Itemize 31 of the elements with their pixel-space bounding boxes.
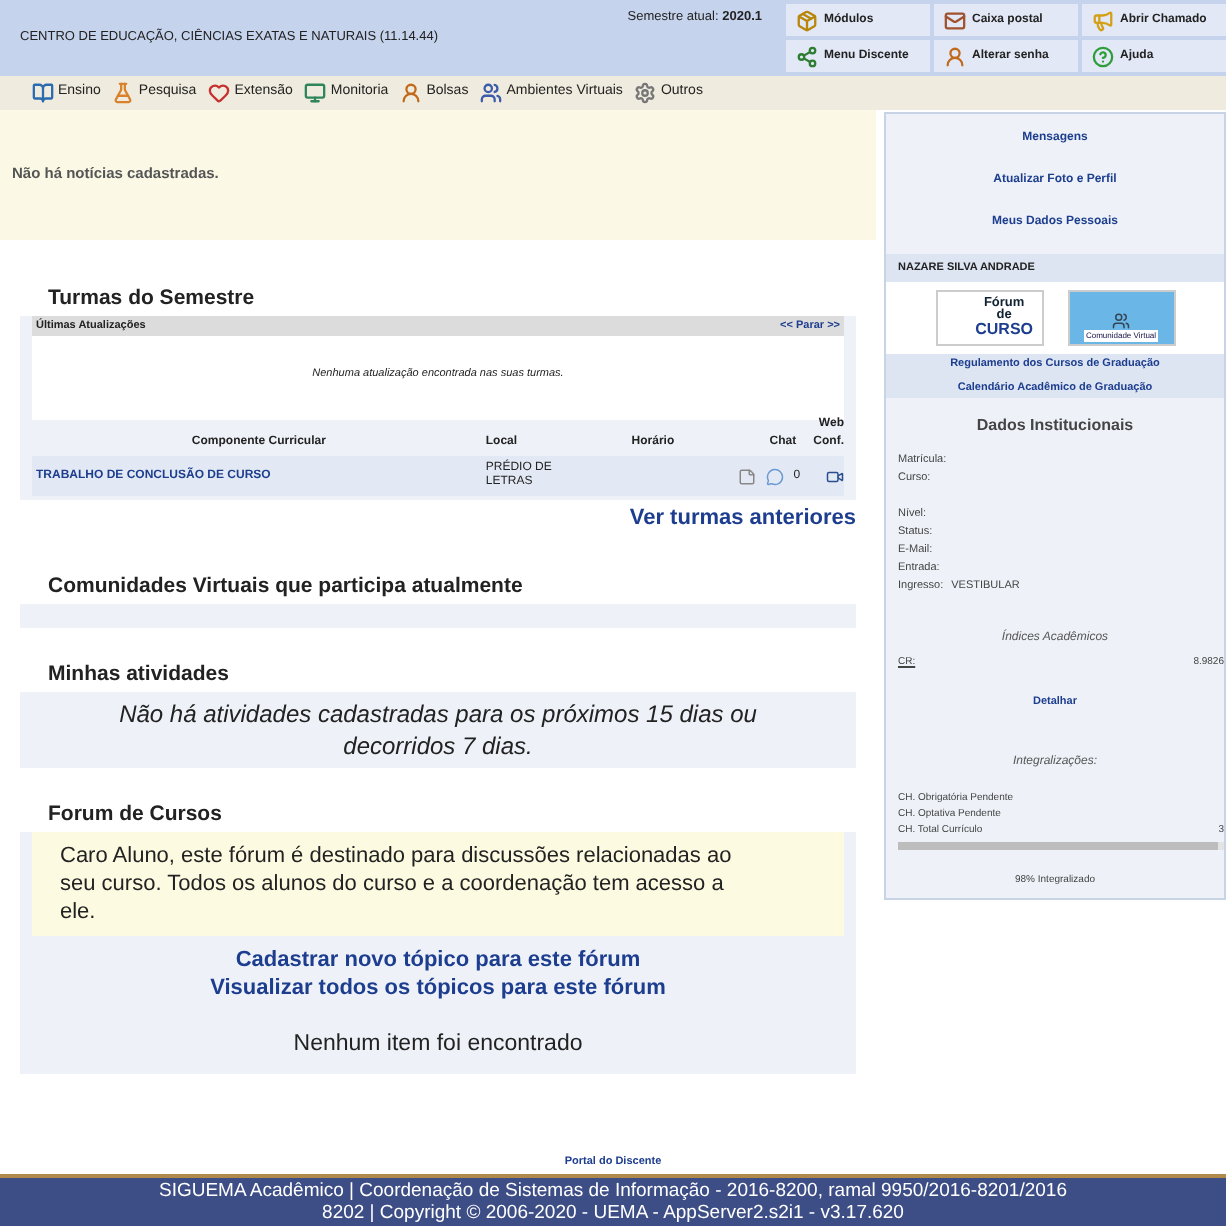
section-title: Turmas do Semestre bbox=[48, 286, 255, 310]
flask-icon bbox=[112, 82, 135, 104]
institutional-title: Dados Institucionais bbox=[976, 416, 1134, 435]
monitor-icon bbox=[304, 82, 327, 104]
heart-icon bbox=[208, 82, 231, 104]
footer-text: 8202 | Copyright © 2006-2020 - UEMA - AppServer2.s2i1 - v3.17.620 bbox=[322, 1202, 904, 1224]
section-title: Minhas atividades bbox=[48, 661, 229, 685]
forum-empty: Nenhum item foi encontrado bbox=[293, 1031, 583, 1055]
section-title: Forum de Cursos bbox=[48, 801, 222, 825]
all-topics-link[interactable]: Visualizar todos os tópicos para este fórum bbox=[210, 973, 666, 1001]
share-icon bbox=[796, 45, 818, 67]
people-icon bbox=[480, 82, 503, 104]
people-icon bbox=[1112, 311, 1130, 330]
book-icon bbox=[32, 82, 54, 104]
new-topic-link[interactable]: Cadastrar novo tópico para este fórum bbox=[235, 945, 641, 973]
chat-icon[interactable] bbox=[765, 467, 784, 485]
banner-text: CURSO bbox=[975, 321, 1033, 338]
mail-icon bbox=[944, 9, 966, 31]
box-icon bbox=[796, 9, 818, 31]
megaphone-icon bbox=[1092, 9, 1114, 31]
person-icon bbox=[400, 82, 423, 104]
previous-classes-link[interactable]: Ver turmas anteriores bbox=[629, 502, 856, 535]
gear-icon bbox=[634, 82, 657, 104]
help-icon bbox=[1092, 45, 1114, 67]
activities-empty: Não há atividades cadastradas para os próximos 15 dias ou decorridos 7 dias. bbox=[117, 697, 759, 761]
video-icon[interactable] bbox=[825, 467, 844, 485]
forum-notice: Caro Aluno, este fórum é destinado para discussões relacionadas ao seu curso. Todos os alunos do curso e a coordenação tem acesso a ele. bbox=[60, 843, 732, 923]
person-icon bbox=[944, 45, 966, 67]
footer-text: SIGUEMA Acadêmico | Coordenação de Sistemas de Informação - 2016-8200, ramal 9950/2016-8201/2016 bbox=[159, 1180, 1067, 1202]
note-icon[interactable] bbox=[737, 467, 756, 485]
section-title: Comunidades Virtuais que participa atualmente bbox=[48, 573, 523, 597]
